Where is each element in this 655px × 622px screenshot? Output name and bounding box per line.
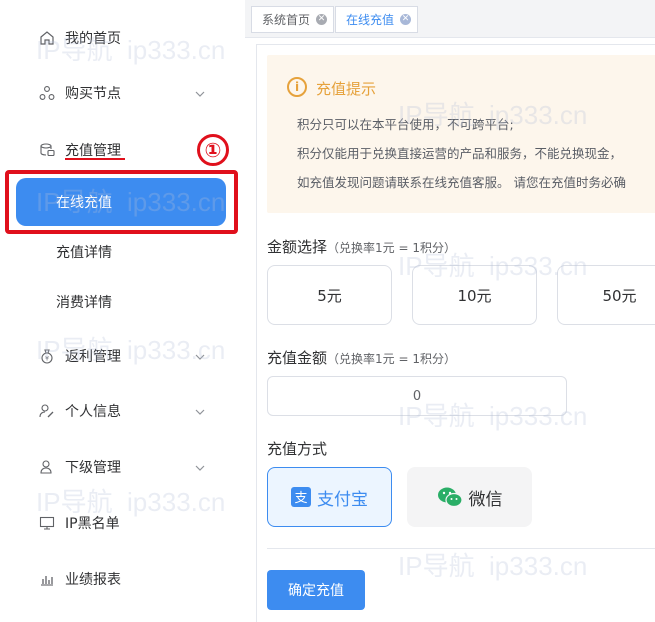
pay-option-alipay[interactable]: 支 支付宝 [267,467,392,527]
exchange-rate-hint: （兑换率1元 = 1积分） [327,241,456,255]
sidebar-subitem-label: 消费详情 [56,295,112,311]
annotation-step-badge: ① [197,134,229,166]
notice-line: 积分只可以在本平台使用，不可跨平台; [297,117,514,132]
notice-title: 充值提示 [316,80,377,98]
close-icon[interactable]: ✕ [316,14,328,25]
monitor-icon [38,514,56,532]
chevron-down-icon [193,460,207,474]
sidebar-item-subordinate[interactable]: 下级管理 [0,447,245,487]
notice-line: 积分仅能用于兑换直接运营的产品和服务，不能兑换现金， [297,146,623,161]
section-label: 充值金额 [267,349,328,367]
alipay-icon: 支 [291,487,311,507]
info-icon: i [287,77,307,97]
sidebar-item-rebate[interactable]: ¥ 返利管理 [0,336,245,376]
amount-input-title: 充值金额（兑换率1元 = 1积分） [267,347,456,368]
user-edit-icon [38,402,56,420]
wechat-icon [437,486,463,508]
amount-option-5[interactable]: 5元 [267,265,392,325]
bar-chart-icon [38,570,56,588]
svg-text:支: 支 [294,491,307,506]
divider [267,548,655,549]
sidebar-item-label: 购买节点 [65,86,121,102]
sidebar-subitem-label: 在线充值 [56,195,112,211]
chevron-down-icon [193,86,207,100]
sidebar-subitem-recharge-detail[interactable]: 充值详情 [0,232,245,272]
sidebar: 我的首页 购买节点 充值管理 ① 在线充值 充值详情 消费详情 ¥ 返利管理 个… [0,0,245,622]
pay-option-label: 微信 [468,489,503,510]
sidebar-item-profile[interactable]: 个人信息 [0,391,245,431]
sidebar-subitem-label: 充值详情 [56,245,112,261]
annotation-underline [65,158,125,160]
sidebar-item-home[interactable]: 我的首页 [0,18,245,58]
pay-option-wechat[interactable]: 微信 [407,467,532,527]
rebate-icon: ¥ [38,347,56,365]
sidebar-item-label: 返利管理 [65,349,121,365]
notice-line: 如充值发现问题请联系在线充值客服。 请您在充值时务必确 [297,175,626,190]
sidebar-item-label: 我的首页 [65,31,121,47]
sidebar-item-label: 个人信息 [65,404,121,420]
sidebar-item-label: 充值管理 [65,143,121,159]
svg-text:¥: ¥ [45,356,49,363]
chevron-down-icon [193,404,207,418]
amount-input[interactable]: 0 [267,376,567,416]
amount-option-10[interactable]: 10元 [412,265,537,325]
tab-online-recharge[interactable]: 在线充值 ✕ [335,6,419,33]
close-icon[interactable]: ✕ [400,14,412,25]
pay-option-label: 支付宝 [317,489,368,510]
sidebar-item-label: 业绩报表 [65,572,121,588]
amount-select-title: 金额选择（兑换率1元 = 1积分） [267,236,456,257]
home-icon [38,29,56,47]
nodes-icon [38,84,56,102]
section-label: 金额选择 [267,238,328,256]
recharge-icon [38,141,56,159]
sidebar-subitem-online-recharge[interactable]: 在线充值 [16,178,226,226]
sidebar-item-label: 下级管理 [65,460,121,476]
tab-label: 在线充值 [346,13,395,27]
sidebar-item-performance[interactable]: 业绩报表 [0,559,245,599]
sidebar-subitem-consume-detail[interactable]: 消费详情 [0,282,245,322]
tab-home[interactable]: 系统首页 ✕ [251,6,335,33]
confirm-recharge-button[interactable]: 确定充值 [267,570,365,610]
amount-option-50[interactable]: 50元 [557,265,655,325]
pay-method-title: 充值方式 [267,440,328,458]
user-icon [38,458,56,476]
chevron-down-icon [193,349,207,363]
tab-label: 系统首页 [262,13,311,27]
exchange-rate-hint: （兑换率1元 = 1积分） [327,352,456,366]
sidebar-item-ip-blacklist[interactable]: IP黑名单 [0,503,245,543]
sidebar-item-label: IP黑名单 [65,516,120,532]
sidebar-item-buy-nodes[interactable]: 购买节点 [0,73,245,113]
